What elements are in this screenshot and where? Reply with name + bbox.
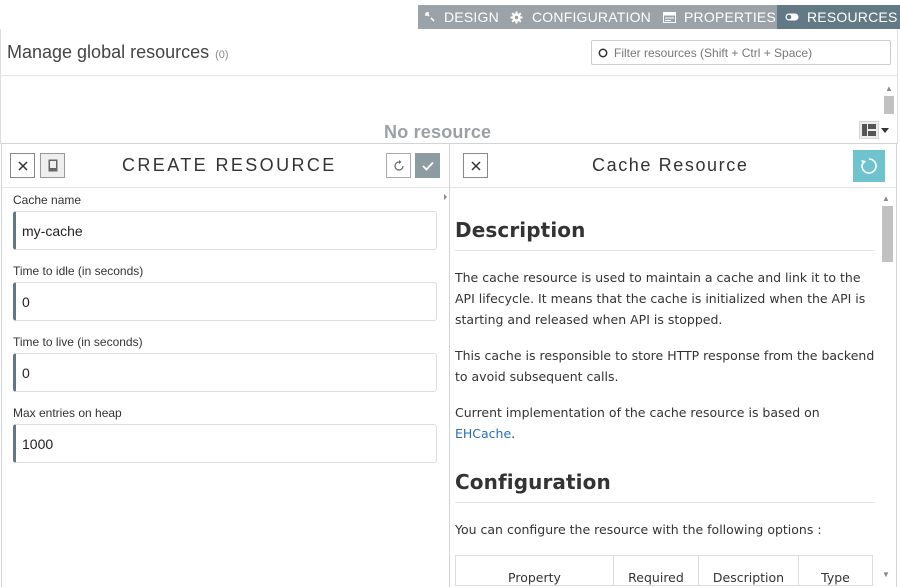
close-icon bbox=[470, 160, 481, 171]
tab-design[interactable]: DESIGN bbox=[418, 5, 504, 29]
doc-paragraph: The cache resource is used to maintain a… bbox=[455, 270, 866, 327]
table-header-type: Type bbox=[798, 555, 873, 586]
scrollbar-thumb[interactable] bbox=[882, 206, 893, 262]
doc-scrollbar[interactable]: ▲ ▼ bbox=[880, 192, 894, 582]
max-entries-input[interactable] bbox=[22, 435, 436, 452]
resource-form: Cache name Time to idle (in seconds) Tim… bbox=[13, 193, 438, 477]
reset-button[interactable] bbox=[386, 153, 411, 178]
form-group: Time to live (in seconds) bbox=[13, 335, 438, 392]
options-table: Property Required Description Type bbox=[455, 555, 873, 586]
doc-period: . bbox=[511, 426, 516, 441]
ehcache-link[interactable]: EHCache bbox=[455, 426, 511, 441]
documentation-panel: Cache Resource Description The cache res… bbox=[449, 143, 897, 587]
max-entries-label: Max entries on heap bbox=[13, 406, 122, 420]
cache-name-label: Cache name bbox=[13, 193, 82, 207]
design-icon bbox=[424, 10, 436, 24]
tab-configuration-label: CONFIGURATION bbox=[531, 9, 651, 25]
save-button[interactable] bbox=[415, 153, 440, 178]
time-to-idle-field[interactable] bbox=[13, 282, 437, 321]
resource-list: No resource ▲ bbox=[0, 76, 898, 144]
doc-paragraph: Current implementation of the cache reso… bbox=[455, 402, 875, 444]
doc-paragraph-text: Current implementation of the cache reso… bbox=[455, 405, 820, 420]
refresh-button[interactable] bbox=[853, 150, 885, 182]
tab-design-label: DESIGN bbox=[444, 9, 499, 25]
search-icon bbox=[592, 48, 614, 58]
tab-configuration[interactable]: CONFIGURATION bbox=[504, 5, 657, 29]
tab-resources-label: RESOURCES bbox=[807, 9, 898, 25]
tab-properties-label: PROPERTIES bbox=[684, 9, 776, 25]
list-view-icon bbox=[859, 121, 879, 139]
toggle-icon bbox=[785, 10, 799, 24]
cache-name-input[interactable] bbox=[22, 222, 436, 239]
table-header-row: Property Required Description Type bbox=[455, 555, 873, 586]
scroll-down-icon: ▼ bbox=[882, 570, 890, 579]
doc-paragraph: This cache is responsible to store HTTP … bbox=[455, 348, 875, 384]
table-header-property: Property bbox=[455, 555, 614, 586]
tab-resources[interactable]: RESOURCES bbox=[777, 5, 900, 29]
page-title-text: Manage global resources bbox=[7, 42, 210, 62]
documentation-button[interactable] bbox=[40, 153, 65, 178]
time-to-idle-label: Time to idle (in seconds) bbox=[13, 264, 144, 278]
description-heading: Description bbox=[455, 218, 875, 251]
doc-paragraph: You can configure the resource with the … bbox=[455, 522, 822, 537]
doc-close-button[interactable] bbox=[463, 153, 488, 178]
configuration-heading: Configuration bbox=[455, 470, 875, 503]
create-panel-header: CREATE RESOURCE bbox=[2, 144, 449, 188]
form-group: Time to idle (in seconds) bbox=[13, 264, 438, 321]
filter-input[interactable] bbox=[614, 41, 884, 64]
refresh-icon bbox=[861, 158, 877, 174]
check-icon bbox=[421, 161, 434, 171]
filter-resources bbox=[591, 40, 891, 65]
close-button[interactable] bbox=[10, 153, 35, 178]
table-header-required: Required bbox=[613, 555, 699, 586]
close-icon bbox=[17, 160, 28, 171]
reset-icon bbox=[393, 159, 404, 171]
time-to-live-field[interactable] bbox=[13, 353, 437, 392]
table-header-description: Description bbox=[698, 555, 799, 586]
time-to-live-label: Time to live (in seconds) bbox=[13, 335, 143, 349]
doc-panel-title: Cache Resource bbox=[592, 155, 749, 175]
empty-state-text: No resource bbox=[384, 122, 492, 142]
form-group: Max entries on heap bbox=[13, 406, 438, 463]
create-resource-panel: CREATE RESOURCE Cache name Time to idle … bbox=[1, 143, 450, 587]
create-panel-title: CREATE RESOURCE bbox=[122, 155, 337, 175]
page-header: Manage global resources (0) bbox=[0, 29, 898, 76]
gear-icon bbox=[510, 10, 524, 24]
list-scrollbar[interactable]: ▲ bbox=[883, 82, 895, 142]
scroll-up-icon: ▲ bbox=[882, 194, 890, 203]
time-to-live-input[interactable] bbox=[22, 364, 436, 381]
properties-icon bbox=[663, 10, 676, 24]
top-tab-bar: DESIGN CONFIGURATION PROPERTIES RESOURCE… bbox=[418, 5, 900, 29]
page-title: Manage global resources (0) bbox=[7, 42, 229, 63]
book-icon bbox=[48, 159, 57, 172]
doc-content: Description The cache resource is used t… bbox=[455, 192, 875, 586]
time-to-idle-input[interactable] bbox=[22, 293, 436, 310]
doc-panel-header: Cache Resource bbox=[450, 144, 896, 188]
form-group: Cache name bbox=[13, 193, 438, 250]
tab-properties[interactable]: PROPERTIES bbox=[657, 5, 777, 29]
resource-count: (0) bbox=[215, 49, 229, 61]
scroll-up-icon: ▲ bbox=[885, 84, 893, 93]
cache-name-field[interactable] bbox=[13, 211, 437, 250]
max-entries-field[interactable] bbox=[13, 424, 437, 463]
scrollbar-thumb[interactable] bbox=[884, 96, 894, 114]
